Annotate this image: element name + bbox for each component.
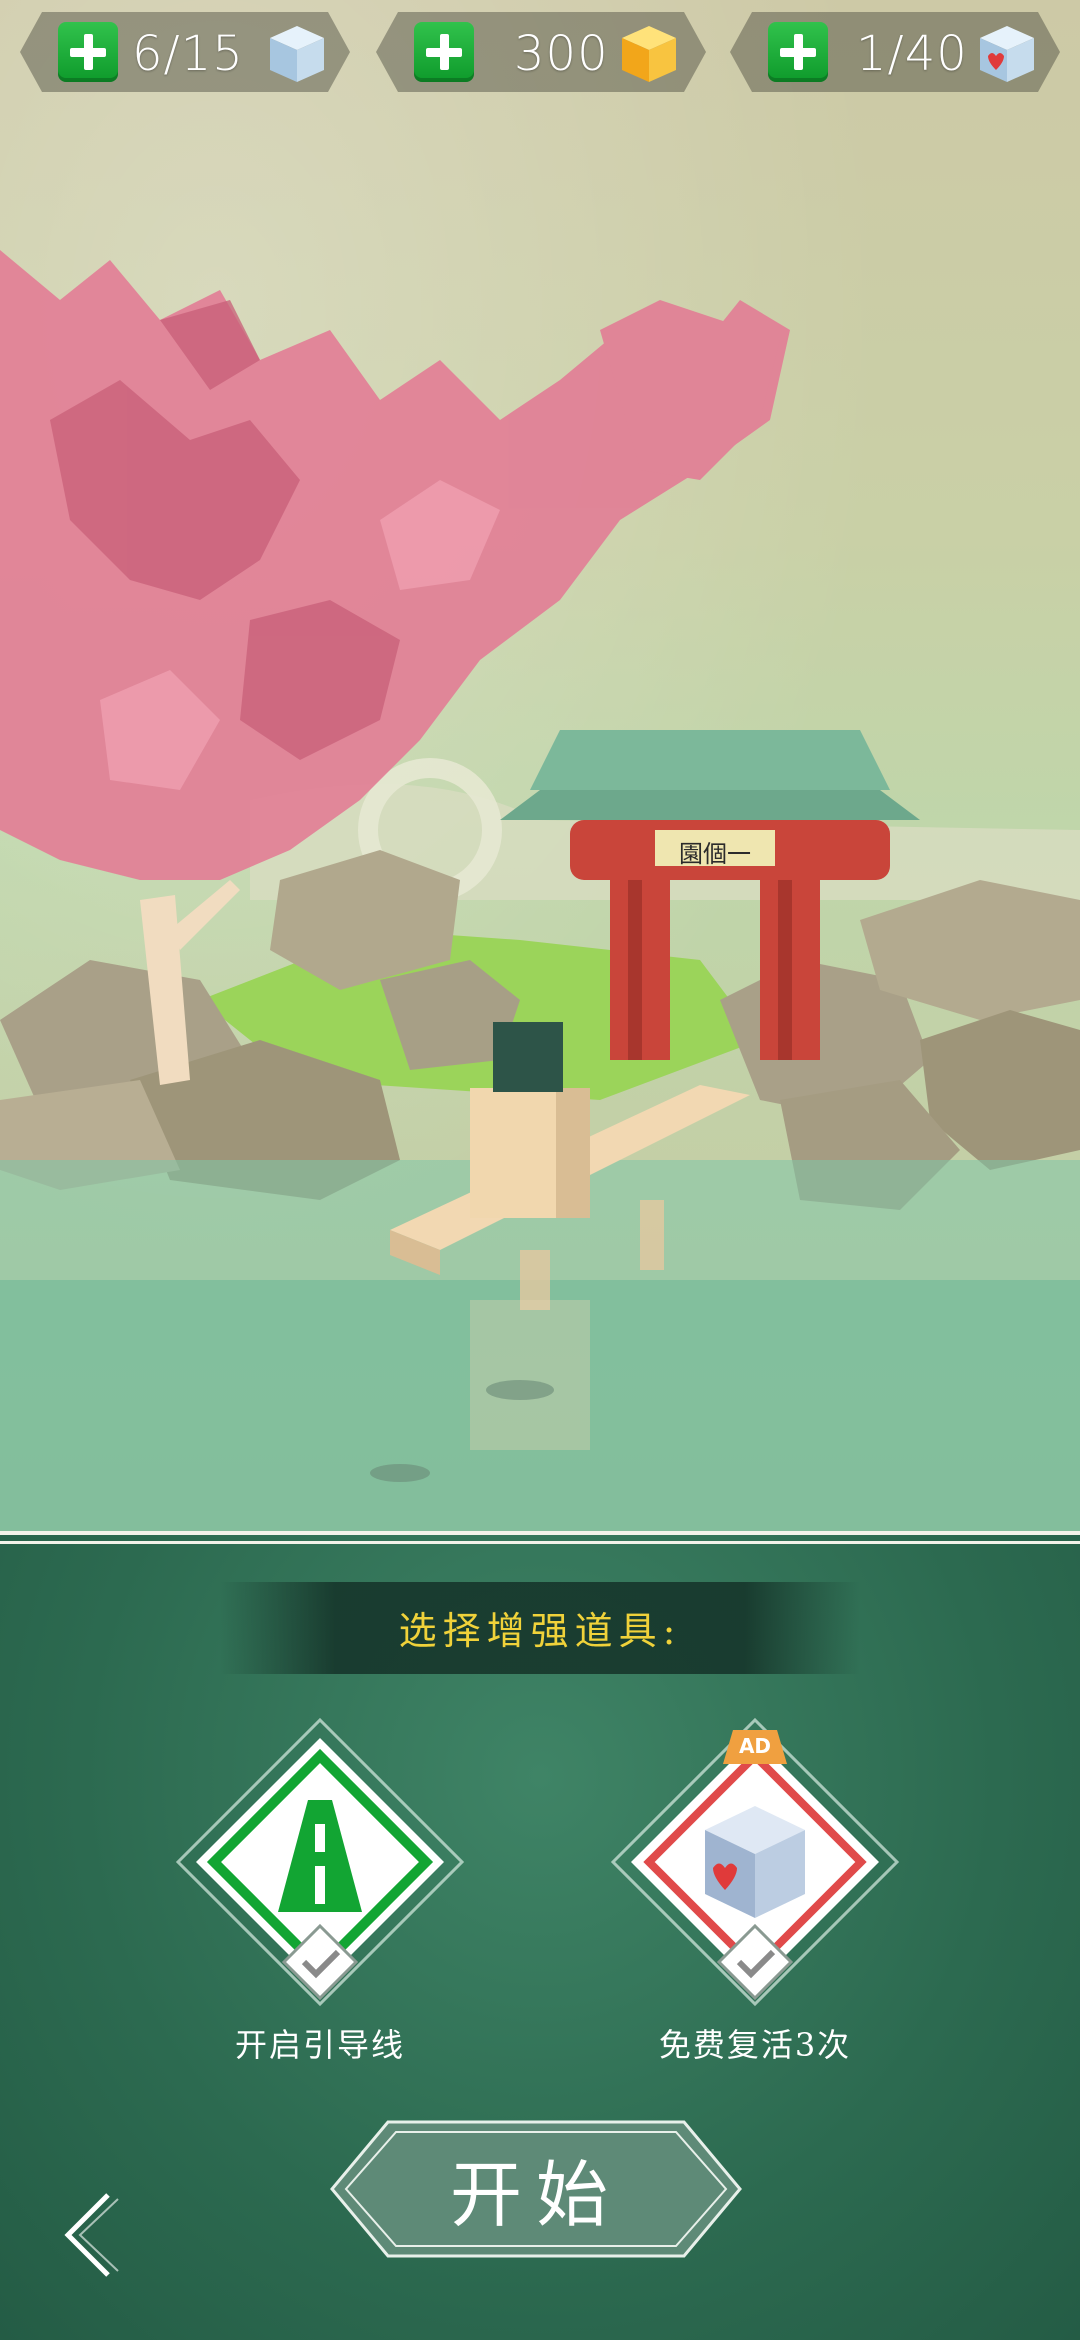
booster-guide-line-label: 开启引导线 [234,2026,405,2064]
gate-sign: 園個一 [679,840,751,868]
back-chevron-icon[interactable] [50,2185,130,2285]
gold-count: 300 [514,26,609,82]
panel-divider-inner [0,1541,1080,1544]
start-button-label: 开始 [449,2153,622,2237]
game-scene: 園個一 [0,0,1080,1535]
booster-guide-line[interactable] [170,1712,470,2012]
add-gold-button[interactable] [414,22,474,82]
gold-counter: 300 [376,12,706,92]
add-cubes-button[interactable] [58,22,118,82]
booster-free-revive-label: 免费复活3次 [658,2026,852,2064]
lives-count: 1/40 [856,26,968,82]
gold-cube-icon [616,20,682,86]
cube-counter: 6/15 [20,12,350,92]
check-icon [281,1923,359,2001]
add-lives-button[interactable] [768,22,828,82]
ad-badge-label: AD [738,1734,772,1758]
cube-count: 6/15 [132,26,244,82]
booster-section-title: 选择增强道具: [398,1609,682,1653]
lives-counter: 1/40 [730,12,1060,92]
heart-cube-icon [974,20,1040,86]
booster-free-revive[interactable]: AD [605,1712,905,2012]
garden-illustration [0,250,1080,1535]
check-icon [716,1923,794,2001]
cube-icon [264,20,330,86]
